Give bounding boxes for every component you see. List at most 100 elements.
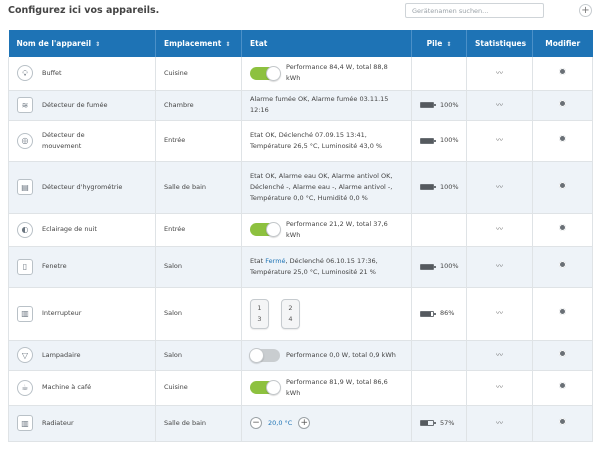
gear-icon[interactable] xyxy=(559,417,566,425)
statistics-icon[interactable]: 〰 xyxy=(496,383,503,391)
statistics-icon[interactable]: 〰 xyxy=(496,136,503,144)
sort-icon: ⇕ xyxy=(446,41,452,48)
device-location: Salon xyxy=(155,340,242,371)
device-location: Cuisine xyxy=(155,57,242,91)
device-name: Détecteur de mouvement xyxy=(42,130,85,150)
device-state-line: Température 26,5 °C, Luminosité 43,0 % xyxy=(250,141,383,150)
gear-icon[interactable] xyxy=(559,135,566,142)
rocker-switch-right[interactable]: 2 4 xyxy=(281,298,300,329)
bulb-icon: 💡︎ xyxy=(17,65,33,82)
battery-cell xyxy=(411,57,467,91)
col-header-location[interactable]: Emplacement ⇕ xyxy=(155,30,242,57)
gear-icon[interactable] xyxy=(559,261,566,268)
power-toggle[interactable] xyxy=(250,380,281,395)
device-name: Détecteur d'hygrométrie xyxy=(42,182,123,191)
switch-icon: ▥ xyxy=(17,305,33,322)
device-name: Fenetre xyxy=(42,262,67,270)
power-toggle[interactable] xyxy=(250,222,281,237)
statistics-icon[interactable]: 〰 xyxy=(496,225,503,233)
battery-level: 86% xyxy=(440,309,455,317)
gear-icon[interactable] xyxy=(559,308,566,315)
device-state: Performance 81,9 W, total 86,6 kWh xyxy=(286,377,388,397)
sort-icon: ⇕ xyxy=(95,41,101,48)
battery-icon xyxy=(420,102,436,108)
device-name: Lampadaire xyxy=(42,350,81,359)
statistics-icon[interactable]: 〰 xyxy=(496,309,503,317)
table-row: ◎ Détecteur de mouvement Entrée Etat OK,… xyxy=(8,120,593,162)
gear-icon[interactable] xyxy=(559,349,566,357)
switch-button-4[interactable]: 4 xyxy=(288,314,292,325)
hygrometer-icon: ▤ xyxy=(17,179,33,195)
coffee-icon: ☕︎ xyxy=(17,379,33,396)
gear-icon[interactable] xyxy=(559,181,566,189)
add-device-button[interactable]: + xyxy=(579,4,592,17)
devices-table: Nom de l'appareil ⇕ Emplacement ⇕ Etat Pil… xyxy=(8,30,593,442)
power-toggle[interactable] xyxy=(249,347,280,363)
device-name: Eclairage de nuit xyxy=(42,225,97,233)
battery-icon xyxy=(420,420,436,426)
table-row: ▥ Radiateur Salle de bain − 20,0 °C + 57… xyxy=(8,405,593,442)
device-name: Détecteur de fumée xyxy=(42,100,108,109)
device-location: Salle de bain xyxy=(155,161,242,214)
statistics-icon[interactable]: 〰 xyxy=(496,262,503,270)
device-state: Performance 0,0 W, total 0,9 kWh xyxy=(286,350,396,359)
battery-cell xyxy=(411,370,467,406)
table-row: 💡︎ Buffet Cuisine Performance 84,4 W, to… xyxy=(8,57,593,91)
table-row: ▥ Interrupteur Salon 1 3 2 4 86% 〰 xyxy=(8,287,593,341)
device-location: Salle de bain xyxy=(155,405,242,442)
device-state: Performance 84,4 W, total 88,8 kWh xyxy=(286,63,388,83)
device-state-line: Etat OK, Alarme eau OK, Alarme antivol O… xyxy=(250,171,393,180)
table-row: ◐ Eclairage de nuit Entrée Performance 2… xyxy=(8,213,593,247)
statistics-icon[interactable]: 〰 xyxy=(496,183,503,191)
statistics-icon[interactable]: 〰 xyxy=(496,101,503,109)
switch-button-3[interactable]: 3 xyxy=(257,314,261,325)
switch-button-1[interactable]: 1 xyxy=(257,303,261,314)
statistics-icon[interactable]: 〰 xyxy=(496,351,503,359)
top-bar: Configurez ici vos appareils. + xyxy=(0,0,600,24)
night-light-icon: ◐ xyxy=(17,221,33,238)
battery-cell xyxy=(411,340,467,371)
target-temperature: 20,0 °C xyxy=(268,418,293,427)
statistics-icon[interactable]: 〰 xyxy=(496,69,503,77)
device-location: Chambre xyxy=(155,90,242,121)
window-status: Fermé xyxy=(265,256,286,265)
table-header-row: Nom de l'appareil ⇕ Emplacement ⇕ Etat Pil… xyxy=(8,30,593,57)
battery-icon xyxy=(420,310,436,317)
table-row: ≋ Détecteur de fumée Chambre Alarme fumé… xyxy=(8,90,593,121)
page-title: Configurez ici vos appareils. xyxy=(8,5,160,16)
gear-icon[interactable] xyxy=(559,99,566,107)
device-state: Performance 21,2 W, total 37,6 kWh xyxy=(286,219,388,239)
decrease-temp-button[interactable]: − xyxy=(250,417,262,429)
battery-level: 100% xyxy=(440,100,459,109)
search-input[interactable] xyxy=(405,3,544,18)
power-toggle[interactable] xyxy=(250,65,281,81)
increase-temp-button[interactable]: + xyxy=(298,417,311,429)
device-location: Salon xyxy=(155,246,242,288)
sort-icon: ⇕ xyxy=(225,41,231,48)
device-state: Alarme fumée OK, Alarme fumée 03.11.15 1… xyxy=(241,90,412,121)
statistics-icon[interactable]: 〰 xyxy=(496,419,503,427)
motion-icon: ◎ xyxy=(17,132,33,149)
table-row: ▽ Lampadaire Salon Performance 0,0 W, to… xyxy=(8,340,593,371)
rocker-switch-left[interactable]: 1 3 xyxy=(250,298,269,329)
col-header-state: Etat xyxy=(241,30,412,57)
col-header-name[interactable]: Nom de l'appareil ⇕ xyxy=(8,30,156,57)
device-state-line: Déclenché -, Alarme eau -, Alarme antivo… xyxy=(250,182,393,191)
col-header-stats: Statistiques xyxy=(466,30,533,57)
battery-icon xyxy=(420,137,436,144)
battery-level: 100% xyxy=(440,136,459,144)
device-location: Entrée xyxy=(155,213,242,247)
table-row: ☕︎ Machine à café Cuisine Performance 81… xyxy=(8,370,593,406)
device-state-line: Température 25,0 °C, Luminosité 21 % xyxy=(250,267,376,276)
gear-icon[interactable] xyxy=(559,67,566,75)
device-state-line: Température 0,0 °C, Humidité 0,0 % xyxy=(250,193,368,202)
table-row: ▯ Fenetre Salon Etat Fermé, Déclenché 06… xyxy=(8,246,593,288)
col-header-battery[interactable]: Pile ⇕ xyxy=(411,30,467,57)
device-name: Radiateur xyxy=(42,418,74,427)
switch-button-2[interactable]: 2 xyxy=(288,303,292,314)
gear-icon[interactable] xyxy=(559,224,566,231)
battery-icon xyxy=(420,263,436,270)
battery-level: 100% xyxy=(440,262,459,270)
gear-icon[interactable] xyxy=(559,382,566,389)
device-name: Buffet xyxy=(42,68,62,77)
